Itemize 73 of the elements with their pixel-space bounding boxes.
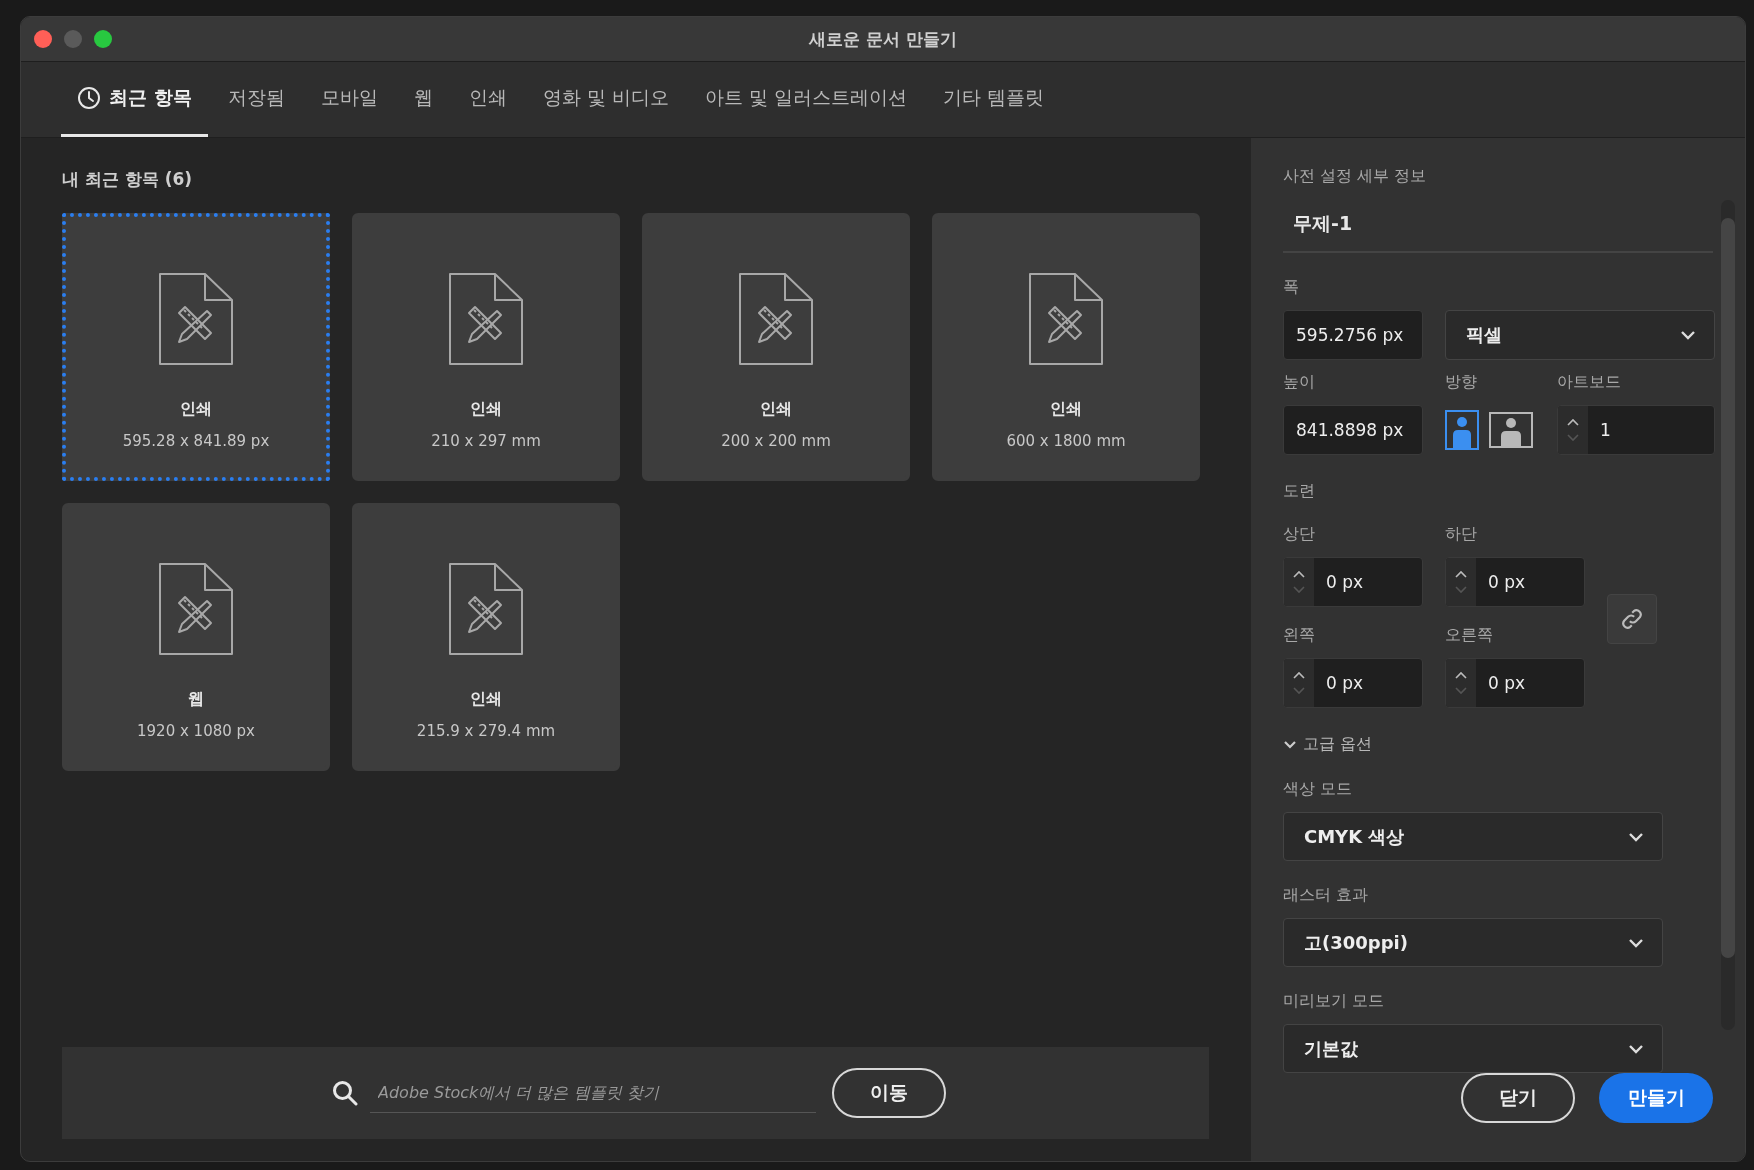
bleed-field[interactable]: 0 px bbox=[1283, 557, 1423, 607]
stepper-up-icon[interactable] bbox=[1455, 570, 1467, 578]
close-button[interactable]: 닫기 bbox=[1461, 1073, 1575, 1123]
preset-tile[interactable]: 인쇄 210 x 297 mm bbox=[352, 213, 620, 481]
chevron-down-icon bbox=[1628, 937, 1644, 948]
link-button[interactable] bbox=[1607, 594, 1657, 644]
section-heading: 내 최근 항목 (6) bbox=[62, 168, 194, 191]
panel-heading: 사전 설정 세부 정보 bbox=[1283, 166, 1428, 187]
tab[interactable]: 인쇄 bbox=[452, 62, 523, 137]
document-name-field[interactable]: 무제-1 bbox=[1283, 195, 1713, 253]
section-label: 도련 bbox=[1283, 481, 1316, 502]
field-label: 아트보드 bbox=[1557, 372, 1622, 393]
tab[interactable]: 최근 항목 bbox=[61, 62, 208, 137]
stepper-up-icon[interactable] bbox=[1567, 418, 1579, 426]
artboard-count-field[interactable]: 1 bbox=[1557, 405, 1715, 455]
chain-link-icon bbox=[1619, 606, 1645, 632]
search-icon bbox=[332, 1080, 358, 1106]
field-label: 상단 bbox=[1283, 524, 1316, 545]
chevron-down-icon bbox=[1628, 831, 1644, 842]
field-label: 왼쪽 bbox=[1283, 625, 1316, 646]
document-ruler-pencil-icon bbox=[159, 273, 233, 365]
close-window-button[interactable] bbox=[34, 30, 52, 48]
field-label: 하단 bbox=[1445, 524, 1478, 545]
landscape-button[interactable] bbox=[1489, 412, 1533, 448]
field-label: 래스터 효과 bbox=[1283, 885, 1370, 906]
portrait-button[interactable] bbox=[1445, 410, 1479, 450]
bleed-field[interactable]: 0 px bbox=[1445, 557, 1585, 607]
advanced-options-toggle[interactable]: 고급 옵션 bbox=[1283, 734, 1373, 755]
create-button[interactable]: 만들기 bbox=[1599, 1073, 1713, 1123]
field-label: 오른쪽 bbox=[1445, 625, 1494, 646]
document-ruler-pencil-icon bbox=[449, 563, 523, 655]
bleed-field[interactable]: 0 px bbox=[1445, 658, 1585, 708]
window-title: 새로운 문서 만들기 bbox=[809, 27, 957, 51]
tab[interactable]: 기타 템플릿 bbox=[926, 62, 1060, 137]
preset-tile[interactable]: 인쇄 215.9 x 279.4 mm bbox=[352, 503, 620, 771]
search-field[interactable]: Adobe Stock에서 더 많은 템플릿 찾기 bbox=[370, 1073, 816, 1113]
dropdown[interactable]: 고(300ppi) bbox=[1283, 918, 1663, 967]
field-label: 방향 bbox=[1445, 372, 1478, 393]
scrollbar[interactable] bbox=[1721, 200, 1735, 1030]
preset-tile[interactable]: 인쇄 600 x 1800 mm bbox=[932, 213, 1200, 481]
tab[interactable]: 아트 및 일러스트레이션 bbox=[688, 62, 923, 137]
stepper-up-icon[interactable] bbox=[1293, 671, 1305, 679]
preset-tile[interactable]: 인쇄 595.28 x 841.89 px bbox=[62, 213, 330, 481]
document-ruler-pencil-icon bbox=[739, 273, 813, 365]
field-label: 색상 모드 bbox=[1283, 779, 1354, 800]
zoom-window-button[interactable] bbox=[94, 30, 112, 48]
unit-dropdown[interactable]: 픽셀 bbox=[1445, 310, 1715, 360]
clock-icon bbox=[77, 86, 101, 110]
tab[interactable]: 영화 및 비디오 bbox=[526, 62, 685, 137]
height-field[interactable]: 841.8898 px bbox=[1283, 405, 1423, 455]
chevron-down-icon bbox=[1283, 739, 1297, 750]
document-ruler-pencil-icon bbox=[449, 273, 523, 365]
width-field[interactable]: 595.2756 px bbox=[1283, 310, 1423, 360]
tab[interactable]: 저장됨 bbox=[211, 62, 301, 137]
field-label: 미리보기 모드 bbox=[1283, 991, 1386, 1012]
go-button[interactable]: 이동 bbox=[832, 1068, 946, 1118]
bleed-field[interactable]: 0 px bbox=[1283, 658, 1423, 708]
tab[interactable]: 웹 bbox=[397, 62, 449, 137]
chevron-down-icon bbox=[1680, 330, 1696, 340]
stepper-up-icon[interactable] bbox=[1455, 671, 1467, 679]
chevron-down-icon bbox=[1628, 1043, 1644, 1054]
portrait-person-icon bbox=[1445, 410, 1479, 450]
document-ruler-pencil-icon bbox=[1029, 273, 1103, 365]
dropdown[interactable]: 기본값 bbox=[1283, 1024, 1663, 1073]
document-ruler-pencil-icon bbox=[159, 563, 233, 655]
preset-tile[interactable]: 인쇄 200 x 200 mm bbox=[642, 213, 910, 481]
preset-tile[interactable]: 웹 1920 x 1080 px bbox=[62, 503, 330, 771]
field-label: 폭 bbox=[1283, 277, 1300, 298]
field-label: 높이 bbox=[1283, 372, 1316, 393]
landscape-person-icon bbox=[1489, 412, 1533, 448]
dropdown[interactable]: CMYK 색상 bbox=[1283, 812, 1663, 861]
tab[interactable]: 모바일 bbox=[304, 62, 394, 137]
stepper-up-icon[interactable] bbox=[1293, 570, 1305, 578]
